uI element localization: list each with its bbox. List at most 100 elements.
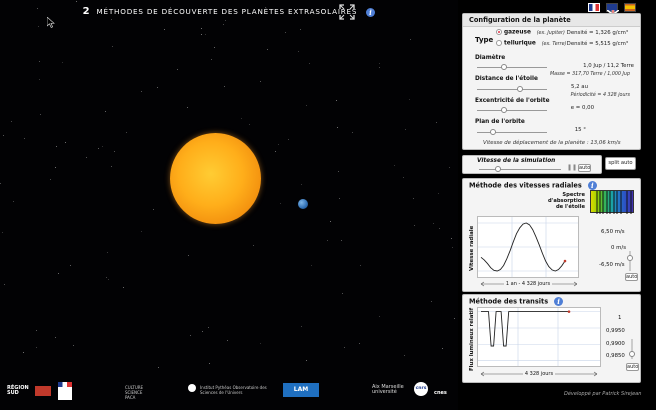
type-label: Type — [475, 36, 493, 44]
background-star — [437, 192, 439, 194]
speed-auto-button[interactable]: auto — [578, 164, 591, 172]
background-star — [190, 335, 192, 337]
radial-zoom-thumb[interactable] — [627, 255, 633, 261]
background-star — [40, 114, 42, 116]
background-star — [187, 106, 189, 108]
logo-pytheas-mark — [188, 384, 196, 392]
background-star — [249, 123, 251, 125]
logo-region-sud: RÉGION SUD — [7, 385, 29, 396]
transit-auto-button[interactable]: auto — [626, 363, 639, 371]
background-star — [111, 166, 113, 168]
fullscreen-icon[interactable] — [339, 4, 355, 20]
background-star — [64, 141, 66, 143]
transit-tick-3: 0,9900 — [606, 341, 625, 347]
background-star — [338, 197, 340, 199]
background-star — [62, 61, 64, 63]
background-star — [72, 345, 74, 347]
period-info: Périodicité = 4 328 jours — [570, 93, 630, 98]
planet-config-header: Configuration de la planète — [463, 14, 640, 27]
diameter-slider[interactable] — [477, 64, 547, 70]
background-star — [153, 208, 155, 210]
flag-es-icon[interactable] — [624, 3, 636, 12]
radial-info-icon[interactable]: i — [587, 181, 597, 190]
background-star — [225, 19, 227, 21]
background-star — [35, 329, 37, 331]
background-star — [259, 80, 261, 82]
background-star — [453, 318, 455, 320]
background-star — [114, 150, 116, 152]
background-star — [157, 86, 159, 88]
radial-tick-mid: 0 m/s — [611, 245, 627, 251]
background-star — [306, 105, 308, 107]
background-star — [125, 132, 127, 134]
simulation-view[interactable]: 2 MÉTHODES DE DÉCOUVERTE DES PLANÈTES EX… — [0, 0, 458, 410]
background-star — [336, 100, 338, 102]
background-star — [410, 39, 412, 41]
background-star — [209, 362, 211, 364]
background-star — [98, 147, 100, 149]
background-star — [205, 33, 207, 35]
radio-rock[interactable]: tellurique (ex. Terre) — [496, 40, 566, 47]
radial-zoom-track[interactable] — [629, 251, 631, 271]
radial-chart — [477, 216, 579, 278]
background-star — [37, 25, 39, 27]
background-star — [378, 316, 380, 318]
radio-gas[interactable]: gazeuse (ex. Jupiter) — [496, 29, 565, 36]
background-star — [266, 49, 268, 51]
transit-xscale: 4 328 jours — [479, 370, 599, 378]
radial-header-text: Méthode des vitesses radiales — [469, 181, 582, 190]
distance-slider[interactable] — [477, 86, 547, 92]
background-star — [211, 58, 212, 60]
background-star — [0, 182, 2, 184]
background-star — [284, 32, 286, 34]
orbit-plane-slider[interactable] — [477, 129, 547, 135]
background-star — [13, 201, 15, 203]
background-star — [393, 165, 395, 167]
rock-density: Densité = 5,515 g/cm³ — [566, 41, 628, 47]
flag-uk-icon[interactable] — [606, 3, 620, 20]
info-icon[interactable]: i — [366, 7, 376, 17]
radial-tick-top: 6,50 m/s — [601, 229, 625, 235]
transit-panel: Méthode des transits i Flux lumineux rela… — [462, 294, 641, 383]
logo-republique — [58, 382, 72, 400]
background-star — [343, 346, 345, 348]
mass-info: Masse = 317,70 Terre / 1,000 Jup — [549, 72, 630, 77]
transit-info-icon[interactable]: i — [554, 297, 564, 306]
background-star — [435, 121, 437, 123]
radio-gas-icon[interactable] — [496, 29, 502, 35]
background-star — [432, 223, 434, 225]
split-auto-button[interactable]: split auto — [605, 157, 636, 170]
background-star — [301, 326, 303, 328]
background-star — [280, 202, 282, 204]
diameter-value: 1,0 Jup / 11,2 Terre — [583, 63, 634, 69]
background-star — [3, 134, 5, 136]
background-star — [187, 255, 189, 257]
background-star — [141, 230, 143, 232]
flag-fr-icon[interactable] — [588, 3, 600, 12]
radial-velocity-panel: Méthode des vitesses radiales i Spectre d… — [462, 178, 641, 292]
rock-example: (ex. Terre) — [541, 41, 567, 47]
background-star — [54, 337, 56, 339]
background-star — [39, 78, 41, 80]
radial-auto-button[interactable]: auto — [625, 273, 638, 281]
transit-chart-svg — [478, 308, 600, 366]
background-star — [23, 138, 25, 140]
eccentricity-slider[interactable] — [477, 107, 547, 113]
diameter-label: Diamètre — [475, 55, 506, 61]
logo-cnes: cnes — [434, 390, 447, 396]
background-star — [222, 24, 224, 26]
background-star — [438, 228, 440, 230]
absorption-spectrum — [590, 190, 634, 214]
radio-rock-icon[interactable] — [496, 40, 502, 46]
transit-zoom-thumb[interactable] — [629, 351, 635, 357]
background-star — [378, 66, 380, 68]
background-star — [378, 63, 380, 65]
title-text: MÉTHODES DE DÉCOUVERTE DES PLANÈTES EXTR… — [96, 7, 358, 16]
speed-slider[interactable] — [479, 166, 561, 172]
pause-icon[interactable]: ❚❚ — [567, 164, 577, 171]
speed-label: Vitesse de la simulation — [477, 158, 556, 164]
distance-value: 5,2 au — [570, 84, 588, 90]
background-star — [330, 220, 332, 222]
background-star — [76, 1, 78, 3]
gas-density: Densité = 1,326 g/cm³ — [566, 30, 628, 36]
